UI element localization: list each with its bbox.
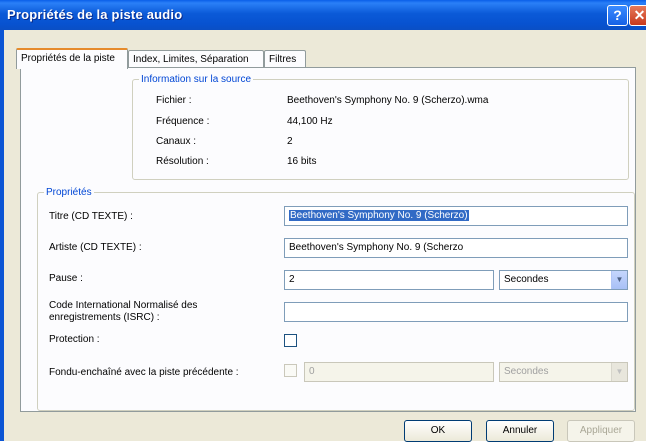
frequence-value: 44,100 Hz [287, 116, 333, 127]
appliquer-button[interactable]: Appliquer [567, 420, 635, 442]
pause-input[interactable]: 2 [284, 270, 494, 290]
pause-unit-select[interactable]: Secondes ▼ [499, 270, 628, 290]
isrc-input[interactable] [284, 302, 628, 322]
canaux-value: 2 [287, 136, 293, 147]
window-title: Propriétés de la piste audio [7, 7, 183, 22]
fondu-unit-select[interactable]: Secondes ▼ [499, 362, 628, 382]
protection-checkbox[interactable] [284, 334, 297, 347]
fondu-unit-value: Secondes [504, 366, 549, 377]
pause-unit-value: Secondes [504, 274, 549, 285]
isrc-label: Code International Normalisé des enregis… [49, 300, 198, 323]
artiste-label: Artiste (CD TEXTE) : [49, 242, 142, 253]
fondu-label: Fondu-enchaîné avec la piste précédente … [49, 367, 239, 378]
tab-panel: Information sur la source Fichier : Beet… [20, 67, 636, 412]
fichier-value: Beethoven's Symphony No. 9 (Scherzo).wma [287, 95, 489, 106]
chevron-down-icon[interactable]: ▼ [611, 363, 627, 381]
fondu-input[interactable]: 0 [304, 362, 494, 382]
close-button[interactable]: ✕ [629, 5, 646, 26]
title-bar[interactable]: Propriétés de la piste audio ? ✕ [0, 0, 646, 30]
titre-input[interactable]: Beethoven's Symphony No. 9 (Scherzo) [284, 206, 628, 226]
protection-label: Protection : [49, 334, 100, 345]
canaux-label: Canaux : [156, 136, 197, 147]
titre-selected-text: Beethoven's Symphony No. 9 (Scherzo) [289, 210, 469, 221]
tab-proprietes[interactable]: Propriétés de la piste [16, 48, 128, 69]
dialog-body: Propriétés de la piste Index, Limites, S… [0, 30, 646, 442]
ok-button[interactable]: OK [404, 420, 472, 442]
titre-label: Titre (CD TEXTE) : [49, 211, 133, 222]
fichier-label: Fichier : [156, 95, 192, 106]
help-button[interactable]: ? [607, 5, 628, 26]
tab-filtres[interactable]: Filtres [264, 50, 306, 68]
pause-label: Pause : [49, 273, 83, 284]
close-icon: ✕ [633, 7, 646, 23]
annuler-button[interactable]: Annuler [486, 420, 554, 442]
artiste-input[interactable]: Beethoven's Symphony No. 9 (Scherzo [284, 238, 628, 258]
source-group-legend: Information sur la source [141, 74, 252, 85]
help-icon: ? [613, 7, 622, 23]
properties-group-legend: Propriétés [46, 187, 92, 198]
chevron-down-icon[interactable]: ▼ [611, 271, 627, 289]
tab-index-limites[interactable]: Index, Limites, Séparation [128, 50, 264, 68]
fondu-checkbox[interactable] [284, 364, 297, 377]
resolution-label: Résolution : [156, 156, 209, 167]
frequence-label: Fréquence : [156, 116, 210, 127]
resolution-value: 16 bits [287, 156, 317, 167]
